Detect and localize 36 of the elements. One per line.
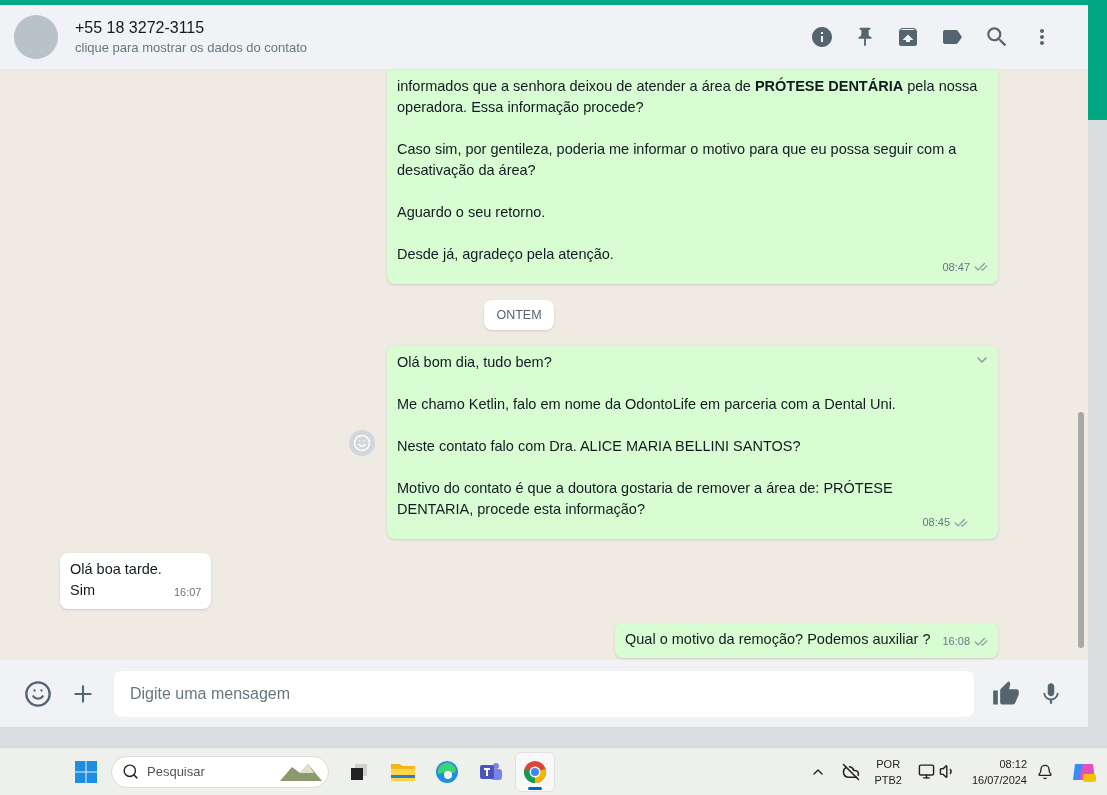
date-chip: ONTEM — [484, 299, 554, 331]
cloud-off-icon[interactable] — [842, 762, 861, 781]
message-text: informados que a senhora deixou de atender a área de PRÓTESE DENTÁRIA pela nossa operadora. Essa informação procede? — [397, 76, 979, 117]
keyboard-language[interactable]: POR PTB2 — [874, 755, 902, 788]
message-text: Olá bom dia, tudo bem? — [397, 353, 553, 373]
scrollbar-thumb[interactable] — [1078, 412, 1084, 648]
smile-icon — [353, 433, 371, 452]
message-time: 08:47 — [942, 260, 970, 275]
message-text: Motivo do contato é que a doutora gostaria de remover a área de: PRÓTESE DENTARIA, procede esta informação? — [397, 479, 894, 520]
search-icon — [122, 763, 139, 780]
message-time: 16:07 — [173, 585, 202, 601]
monitor-icon[interactable] — [917, 763, 935, 780]
message-time: 16:08 — [942, 634, 970, 650]
message-text: Caso sim, por gentileza, poderia me informar o motivo para que eu possa seguir com a desativação da área? — [397, 140, 958, 180]
message-text: Me chamo Ketlin, falo em nome da OdontoLife em parceria com a Dental Uni. — [397, 395, 897, 415]
taskbar-search-field[interactable]: Pesquisar — [111, 755, 329, 788]
active-indicator — [528, 786, 542, 790]
contact-name[interactable]: +55 18 3272-3115 — [75, 17, 810, 38]
browser-swirl-icon — [435, 759, 459, 784]
message-text: Neste contato falo com Dra. ALICE MARIA BELLINI SANTOS? — [397, 437, 802, 457]
smile-icon[interactable] — [24, 679, 52, 708]
message-text: Desde já, agradeço pela atenção. — [397, 245, 615, 264]
archive-box-icon[interactable] — [896, 25, 920, 49]
thumbs-up-icon[interactable] — [992, 679, 1020, 708]
windows-logo-icon[interactable] — [74, 759, 98, 784]
round-browser-icon — [523, 759, 547, 784]
taskbar-clock[interactable]: 08:12 16/07/2024 — [971, 755, 1027, 788]
search-placeholder: Pesquisar — [147, 762, 206, 781]
message-time: 08:45 — [922, 515, 950, 531]
bell-icon[interactable] — [1037, 763, 1053, 780]
info-icon[interactable] — [810, 25, 834, 49]
message-text: Qual o motivo da remoção? Podemos auxiliar ? — [625, 629, 931, 649]
message-text: Olá boa tarde. Sim — [70, 559, 162, 600]
contact-subtitle[interactable]: clique para mostrar os dados do contato — [75, 38, 810, 57]
message-text: Aguardo o seu retorno. — [397, 203, 547, 222]
message-input[interactable]: Digite uma mensagem — [114, 670, 974, 717]
